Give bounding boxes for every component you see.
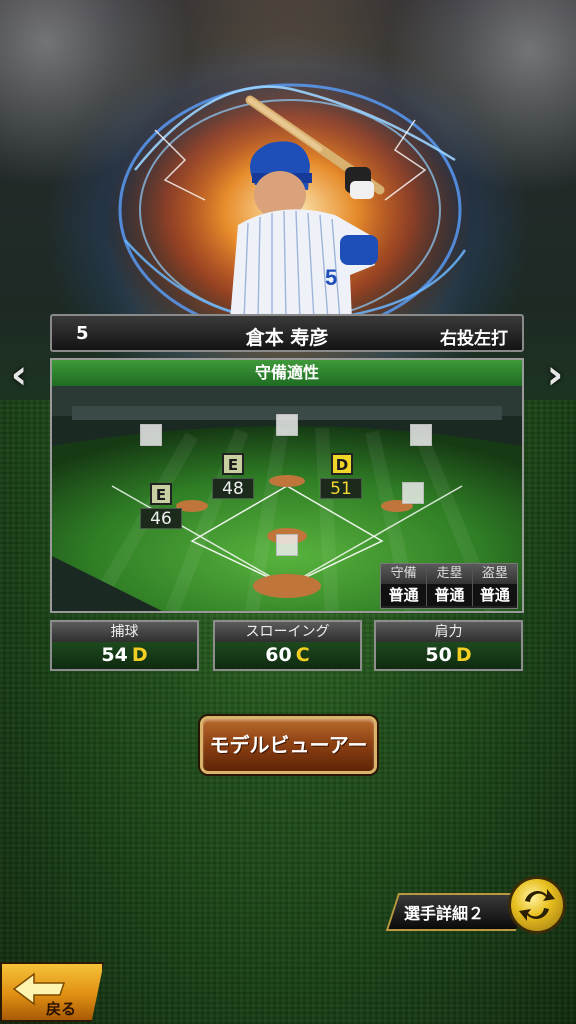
shortstop-value: 48: [212, 478, 254, 499]
back-label[interactable]: 戻る: [46, 998, 76, 1019]
svg-text:5: 5: [325, 265, 337, 290]
swap-arrows-icon[interactable]: [508, 876, 566, 934]
arm-strength-value: 50: [425, 644, 452, 666]
prev-player-arrow-icon[interactable]: ‹: [4, 350, 34, 400]
center-field-position-marker[interactable]: [276, 414, 298, 436]
catching-stat: 捕球 54 D: [50, 620, 199, 671]
defense-value: 普通: [381, 584, 427, 606]
arm-strength-stat: 肩力 50 D: [374, 620, 523, 671]
throwing-grade: C: [295, 644, 310, 666]
catching-value: 54: [101, 644, 128, 666]
throwing-label: スローイング: [215, 622, 360, 642]
third-base-value: 46: [140, 508, 182, 529]
right-field-position-marker[interactable]: [410, 424, 432, 446]
throwing-stat: スローイング 60 C: [213, 620, 362, 671]
fielding-skills-table: 守備 走塁 盗塁 普通 普通 普通: [380, 563, 518, 609]
player-portrait: 5: [230, 95, 385, 320]
second-base-value: 51: [320, 478, 362, 499]
fielding-aptitude-panel: 守備適性 E 48 D 51 E 46 守備 走塁 盗塁 普通 普通 普通: [50, 358, 524, 613]
stealing-header: 盗塁: [471, 564, 517, 584]
player-name-bar: 5 倉本 寿彦 右投左打: [50, 314, 524, 352]
arm-strength-grade: D: [455, 644, 472, 666]
model-viewer-button[interactable]: モデルビューアー: [200, 716, 377, 774]
first-base-position-marker[interactable]: [402, 482, 424, 504]
baserunning-header: 走塁: [426, 564, 472, 584]
throwing-value: 60: [265, 644, 292, 666]
left-field-position-marker[interactable]: [140, 424, 162, 446]
shortstop-grade[interactable]: E: [222, 453, 244, 475]
throw-bat-handedness: 右投左打: [440, 329, 508, 349]
third-base-grade[interactable]: E: [150, 483, 172, 505]
fielding-aptitude-title: 守備適性: [52, 360, 522, 386]
second-base-grade[interactable]: D: [331, 453, 353, 475]
arm-strength-label: 肩力: [376, 622, 521, 642]
catching-label: 捕球: [52, 622, 197, 642]
catching-grade: D: [131, 644, 148, 666]
defense-header: 守備: [381, 564, 427, 584]
next-player-arrow-icon[interactable]: ›: [540, 350, 570, 400]
catcher-position-marker[interactable]: [276, 534, 298, 556]
player-detail-2-label[interactable]: 選手詳細２: [404, 900, 484, 924]
baserunning-value: 普通: [426, 584, 472, 606]
stealing-value: 普通: [471, 584, 517, 606]
